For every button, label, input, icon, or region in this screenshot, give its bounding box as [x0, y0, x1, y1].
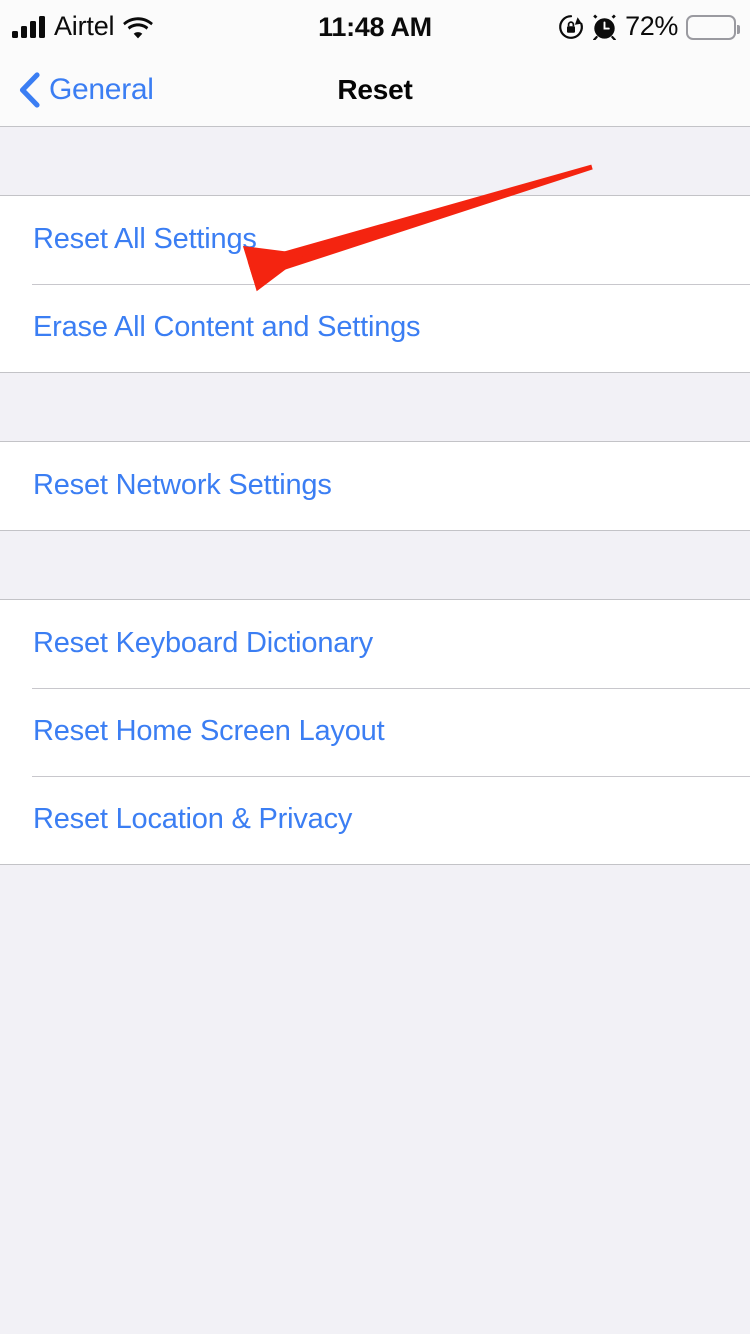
alarm-clock-icon: [592, 14, 617, 40]
rotation-lock-icon: [558, 14, 584, 40]
settings-table: Reset All Settings Erase All Content and…: [0, 127, 750, 865]
status-bar-left: Airtel: [12, 10, 154, 42]
navigation-bar: General Reset: [0, 54, 750, 127]
group-gap-2: [0, 531, 750, 599]
cell-reset-network-settings[interactable]: Reset Network Settings: [0, 442, 750, 530]
battery-icon: [686, 14, 740, 40]
group-gap-1: [0, 373, 750, 441]
phone-screen: Airtel 11:48 AM 72% General Reset Reset …: [0, 0, 750, 1334]
settings-group-3: Reset Keyboard Dictionary Reset Home Scr…: [0, 599, 750, 865]
cell-label: Reset Location & Privacy: [33, 803, 353, 836]
cell-label: Erase All Content and Settings: [33, 311, 421, 344]
signal-bars-icon: [12, 16, 45, 38]
settings-group-2: Reset Network Settings: [0, 441, 750, 531]
status-bar-right: 72%: [558, 10, 740, 42]
status-bar: Airtel 11:48 AM 72%: [0, 0, 750, 54]
battery-percentage: 72%: [625, 10, 678, 41]
back-button[interactable]: General: [0, 72, 154, 108]
cell-reset-home-screen-layout[interactable]: Reset Home Screen Layout: [0, 688, 750, 776]
cell-label: Reset Home Screen Layout: [33, 715, 385, 748]
settings-group-1: Reset All Settings Erase All Content and…: [0, 195, 750, 373]
cell-reset-all-settings[interactable]: Reset All Settings: [0, 196, 750, 284]
back-button-label: General: [49, 73, 154, 106]
wifi-icon: [123, 16, 154, 39]
carrier-name: Airtel: [54, 10, 115, 41]
cell-reset-location-and-privacy[interactable]: Reset Location & Privacy: [0, 776, 750, 864]
cell-label: Reset All Settings: [33, 223, 257, 256]
cell-reset-keyboard-dictionary[interactable]: Reset Keyboard Dictionary: [0, 600, 750, 688]
chevron-left-icon: [17, 72, 41, 108]
cell-label: Reset Keyboard Dictionary: [33, 627, 373, 660]
group-gap-top: [0, 127, 750, 195]
cell-erase-all-content-and-settings[interactable]: Erase All Content and Settings: [0, 284, 750, 372]
cell-label: Reset Network Settings: [33, 469, 332, 502]
